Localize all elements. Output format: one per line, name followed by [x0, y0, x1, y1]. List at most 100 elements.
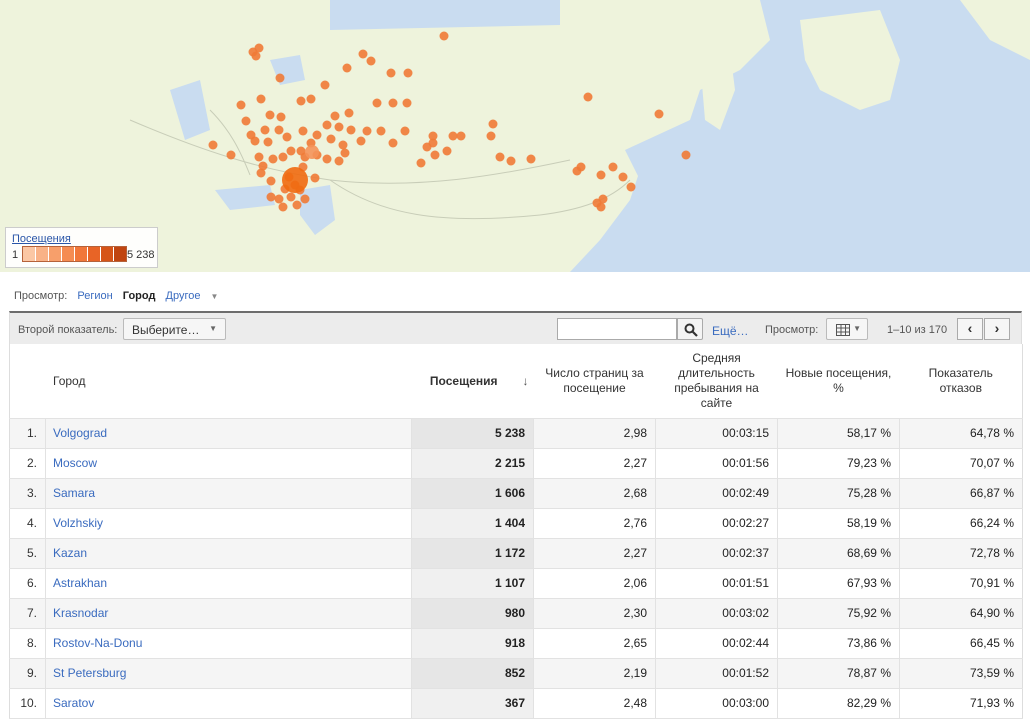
city-marker[interactable] — [236, 100, 246, 110]
column-header-city[interactable]: Город — [9, 344, 412, 419]
city-link[interactable]: Samara — [45, 478, 412, 509]
city-marker[interactable] — [626, 182, 636, 192]
city-marker[interactable] — [681, 150, 691, 160]
city-marker[interactable] — [266, 176, 276, 186]
city-marker[interactable] — [608, 162, 618, 172]
city-marker[interactable] — [366, 56, 376, 66]
city-marker[interactable] — [372, 98, 382, 108]
city-marker[interactable] — [486, 131, 496, 141]
city-marker[interactable] — [268, 154, 278, 164]
secondary-dimension-select[interactable]: Выберите… ▼ — [123, 318, 226, 340]
city-marker[interactable] — [403, 68, 413, 78]
city-marker-volgograd[interactable] — [282, 167, 308, 193]
city-marker[interactable] — [330, 111, 340, 121]
city-marker[interactable] — [254, 43, 264, 53]
city-marker[interactable] — [495, 152, 505, 162]
view-type-toggle[interactable]: ▼ — [826, 318, 868, 340]
city-marker[interactable] — [260, 125, 270, 135]
city-marker[interactable] — [306, 94, 316, 104]
city-link[interactable]: Volzhskiy — [45, 508, 412, 539]
city-marker[interactable] — [208, 140, 218, 150]
city-marker[interactable] — [596, 202, 606, 212]
city-marker[interactable] — [274, 194, 284, 204]
city-marker[interactable] — [334, 156, 344, 166]
city-marker[interactable] — [276, 112, 286, 122]
city-marker[interactable] — [305, 145, 319, 159]
city-marker[interactable] — [322, 120, 332, 130]
city-marker[interactable] — [265, 110, 275, 120]
city-marker[interactable] — [456, 131, 466, 141]
city-marker[interactable] — [300, 194, 310, 204]
city-marker[interactable] — [292, 200, 302, 210]
next-page-button[interactable]: › — [984, 318, 1010, 340]
city-marker[interactable] — [251, 51, 261, 61]
city-marker[interactable] — [263, 137, 273, 147]
city-marker[interactable] — [278, 202, 288, 212]
city-link[interactable]: Krasnodar — [45, 598, 412, 629]
prev-page-button[interactable]: ‹ — [957, 318, 983, 340]
city-link[interactable]: Kazan — [45, 538, 412, 569]
city-marker[interactable] — [340, 148, 350, 158]
city-marker[interactable] — [256, 94, 266, 104]
city-marker[interactable] — [312, 130, 322, 140]
city-marker[interactable] — [250, 136, 260, 146]
city-marker[interactable] — [618, 172, 628, 182]
city-marker[interactable] — [388, 98, 398, 108]
city-marker[interactable] — [488, 119, 498, 129]
city-link[interactable]: Rostov-Na-Donu — [45, 628, 412, 659]
city-marker[interactable] — [241, 116, 251, 126]
city-marker[interactable] — [596, 170, 606, 180]
city-marker[interactable] — [266, 192, 276, 202]
city-marker[interactable] — [416, 158, 426, 168]
city-link[interactable]: St Petersburg — [45, 658, 412, 689]
city-marker[interactable] — [274, 125, 284, 135]
city-link[interactable]: Astrakhan — [45, 568, 412, 599]
city-marker[interactable] — [298, 126, 308, 136]
city-marker[interactable] — [256, 168, 266, 178]
city-marker[interactable] — [286, 146, 296, 156]
city-marker[interactable] — [376, 126, 386, 136]
city-marker[interactable] — [506, 156, 516, 166]
city-marker[interactable] — [388, 138, 398, 148]
city-marker[interactable] — [275, 73, 285, 83]
search-button[interactable] — [677, 318, 703, 340]
city-marker[interactable] — [654, 109, 664, 119]
city-marker[interactable] — [344, 108, 354, 118]
city-marker[interactable] — [342, 63, 352, 73]
city-marker[interactable] — [282, 132, 292, 142]
column-header-new-visits[interactable]: Новые посещения, % — [777, 344, 900, 419]
city-link[interactable]: Saratov — [45, 688, 412, 719]
city-marker[interactable] — [362, 126, 372, 136]
city-marker[interactable] — [334, 122, 344, 132]
city-marker[interactable] — [358, 49, 368, 59]
city-marker[interactable] — [583, 92, 593, 102]
city-marker[interactable] — [439, 31, 449, 41]
column-header-avg-duration[interactable]: Средняя длительность пребывания на сайте — [655, 344, 778, 419]
city-link[interactable]: Moscow — [45, 448, 412, 479]
column-header-visits[interactable]: Посещения ↓ — [411, 344, 534, 419]
city-marker[interactable] — [310, 173, 320, 183]
city-marker[interactable] — [386, 68, 396, 78]
city-marker[interactable] — [286, 192, 296, 202]
city-marker[interactable] — [402, 98, 412, 108]
city-marker[interactable] — [326, 134, 336, 144]
city-marker[interactable] — [278, 152, 288, 162]
city-marker[interactable] — [572, 166, 582, 176]
legend-title[interactable]: Посещения — [12, 233, 71, 245]
city-marker[interactable] — [526, 154, 536, 164]
geo-map[interactable]: Посещения 1 5 238 — [0, 0, 1030, 272]
city-marker[interactable] — [296, 96, 306, 106]
city-marker[interactable] — [254, 152, 264, 162]
view-other-dropdown[interactable]: Другое ▼ — [166, 290, 226, 302]
city-link[interactable]: Volgograd — [45, 418, 412, 449]
search-input[interactable] — [557, 318, 677, 340]
city-marker[interactable] — [400, 126, 410, 136]
column-header-pages-per-visit[interactable]: Число страниц за посещение — [533, 344, 656, 419]
city-marker[interactable] — [320, 80, 330, 90]
city-marker[interactable] — [346, 125, 356, 135]
view-region-link[interactable]: Регион — [77, 290, 112, 302]
city-marker[interactable] — [226, 150, 236, 160]
city-marker[interactable] — [322, 154, 332, 164]
city-marker[interactable] — [338, 140, 348, 150]
column-header-bounce-rate[interactable]: Показатель отказов — [899, 344, 1023, 419]
